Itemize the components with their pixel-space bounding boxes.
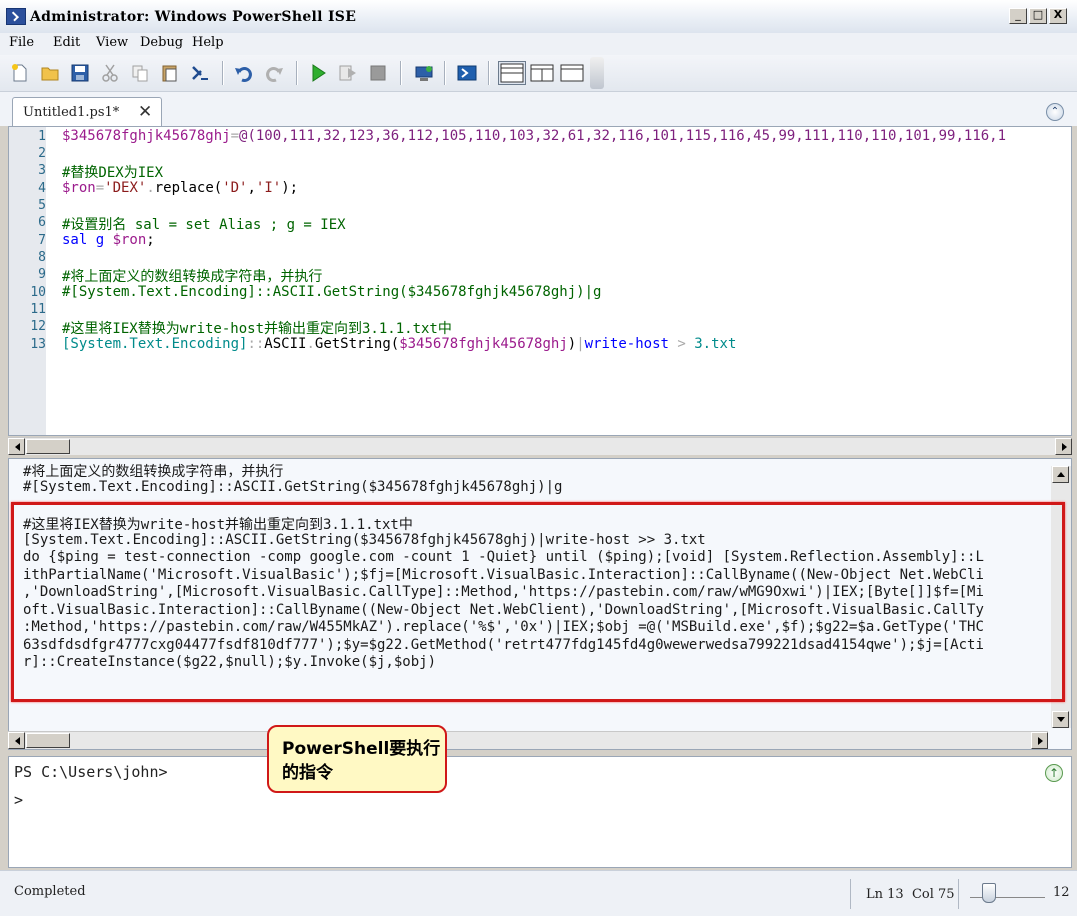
powershell-ise-icon <box>6 8 26 25</box>
menu-help[interactable]: Help <box>192 35 224 50</box>
copy-icon[interactable] <box>130 63 150 83</box>
scroll-down-button[interactable] <box>1052 711 1069 728</box>
window-title: Administrator: Windows PowerShell ISE <box>30 9 357 25</box>
code-line-7: sal g $ron; <box>62 232 155 248</box>
toolbar-separator <box>400 61 402 85</box>
status-bar: Completed Ln 13 Col 75 12 <box>0 870 1077 916</box>
toolbar-overflow[interactable] <box>590 57 604 89</box>
code-line-3: #替换DEX为IEX <box>62 165 164 181</box>
powershell-icon[interactable] <box>457 63 477 83</box>
output-horizontal-scrollbar[interactable] <box>8 731 1048 749</box>
title-bar: Administrator: Windows PowerShell ISE _ … <box>0 0 1077 34</box>
scroll-up-button[interactable] <box>1052 466 1069 483</box>
console-prompt: PS C:\Users\john> <box>14 763 168 781</box>
layout-max-icon[interactable] <box>560 63 584 83</box>
zoom-level: 12 <box>1053 885 1070 900</box>
layout-right-icon[interactable] <box>530 63 554 83</box>
status-text: Completed <box>14 884 86 899</box>
line-number: 9 <box>38 267 46 282</box>
scroll-right-button[interactable] <box>1055 438 1072 455</box>
cut-icon[interactable] <box>100 63 120 83</box>
status-divider <box>958 879 959 909</box>
code-line-1: $345678fghjk45678ghj=@(100,111,32,123,36… <box>62 128 1007 144</box>
console-pane[interactable]: PS C:\Users\john> > <box>8 756 1072 868</box>
scroll-right-button[interactable] <box>1031 732 1048 749</box>
console-input[interactable]: > <box>14 791 23 809</box>
cursor-position: Ln 13 Col 75 <box>866 887 955 902</box>
collapse-script-pane-icon[interactable]: ⌃ <box>1046 103 1064 121</box>
menu-edit[interactable]: Edit <box>53 35 80 50</box>
toolbar-separator <box>296 61 298 85</box>
menu-bar: File Edit View Debug Help <box>0 33 1077 55</box>
line-number-gutter: 1 2 3 4 5 6 7 8 9 10 11 12 13 <box>9 127 46 435</box>
code-line-10: #[System.Text.Encoding]::ASCII.GetString… <box>62 284 602 300</box>
line-number: 2 <box>38 146 46 161</box>
output-line: #将上面定义的数组转换成字符串，并执行 <box>23 464 284 480</box>
output-line: #[System.Text.Encoding]::ASCII.GetString… <box>23 479 563 495</box>
remote-icon[interactable] <box>414 63 434 83</box>
stop-icon[interactable] <box>368 63 388 83</box>
code-line-6: #设置别名 sal = set Alias ; g = IEX <box>62 217 346 233</box>
annotation-callout: PowerShell要执行的指令 <box>267 725 447 793</box>
menu-view[interactable]: View <box>96 35 128 50</box>
maximize-button[interactable]: □ <box>1029 8 1047 24</box>
scroll-left-button[interactable] <box>8 732 25 749</box>
editor-horizontal-scrollbar[interactable] <box>8 437 1072 455</box>
run-selection-icon[interactable] <box>338 63 358 83</box>
highlight-box <box>11 502 1065 702</box>
line-number: 8 <box>38 250 46 265</box>
expand-console-icon[interactable]: ↑ <box>1045 764 1063 782</box>
layout-top-icon[interactable] <box>498 61 526 85</box>
line-number: 11 <box>30 302 46 317</box>
scrollbar-thumb[interactable] <box>26 439 70 454</box>
toolbar-separator <box>222 61 224 85</box>
line-number: 5 <box>38 198 46 213</box>
code-line-13: [System.Text.Encoding]::ASCII.GetString(… <box>62 336 737 352</box>
open-icon[interactable] <box>40 63 60 83</box>
tab-close-icon[interactable]: ✕ <box>138 102 152 122</box>
paste-icon[interactable] <box>160 63 180 83</box>
line-number: 10 <box>30 285 46 300</box>
tab-label: Untitled1.ps1* <box>23 105 120 120</box>
save-icon[interactable] <box>70 63 90 83</box>
line-number: 6 <box>38 215 46 230</box>
line-number: 12 <box>30 319 46 334</box>
scroll-left-button[interactable] <box>8 438 25 455</box>
line-number: 13 <box>30 337 46 352</box>
callout-text: PowerShell要执行的指令 <box>282 739 441 783</box>
menu-file[interactable]: File <box>9 35 34 50</box>
line-number: 1 <box>38 129 46 144</box>
clear-icon[interactable] <box>190 63 210 83</box>
code-line-9: #将上面定义的数组转换成字符串，并执行 <box>62 269 323 285</box>
toolbar-separator <box>488 61 490 85</box>
script-editor[interactable]: 1 2 3 4 5 6 7 8 9 10 11 12 13 $345678fgh… <box>8 126 1072 436</box>
tab-untitled1[interactable]: Untitled1.ps1* ✕ <box>12 97 162 127</box>
line-number: 4 <box>38 181 46 196</box>
run-icon[interactable] <box>308 63 328 83</box>
toolbar-separator <box>444 61 446 85</box>
line-number: 7 <box>38 233 46 248</box>
close-button[interactable]: X <box>1049 8 1067 24</box>
status-divider <box>850 879 851 909</box>
code-line-12: #这里将IEX替换为write-host并输出重定向到3.1.1.txt中 <box>62 321 452 337</box>
minimize-button[interactable]: _ <box>1009 8 1027 24</box>
toolbar <box>0 55 1077 92</box>
redo-icon[interactable] <box>264 63 284 83</box>
zoom-slider-thumb[interactable] <box>982 883 996 903</box>
undo-icon[interactable] <box>234 63 254 83</box>
line-number: 3 <box>38 163 46 178</box>
menu-debug[interactable]: Debug <box>140 35 183 50</box>
code-line-4: $ron='DEX'.replace('D','I'); <box>62 180 299 196</box>
scrollbar-thumb[interactable] <box>26 733 70 748</box>
new-icon[interactable] <box>10 63 30 83</box>
